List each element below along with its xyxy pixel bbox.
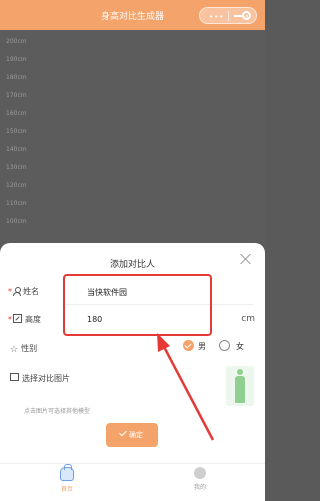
edit-icon bbox=[13, 314, 22, 323]
check-icon bbox=[119, 428, 127, 437]
tab-mine[interactable]: 我的 bbox=[170, 467, 230, 491]
minimize-icon[interactable] bbox=[234, 15, 242, 17]
home-icon bbox=[60, 464, 74, 481]
comparison-model-thumbnail[interactable] bbox=[226, 366, 254, 406]
image-label-row: 选择对比图片 bbox=[10, 373, 70, 384]
ruler-tick: 170cm bbox=[6, 92, 27, 99]
ruler-tick: 200cm bbox=[6, 38, 27, 45]
tab-home-label: 首页 bbox=[60, 486, 73, 493]
ruler-tick: 160cm bbox=[6, 110, 27, 117]
ruler-tick: 140cm bbox=[6, 146, 27, 153]
tab-mine-label: 我的 bbox=[193, 484, 206, 491]
tab-bar: 首页 我的 bbox=[0, 463, 265, 501]
ruler-tick: 120cm bbox=[6, 182, 27, 189]
ruler-tick: 130cm bbox=[6, 164, 27, 171]
sheet-title: 添加对比人 bbox=[109, 260, 155, 270]
gender-female-radio[interactable] bbox=[219, 340, 230, 351]
ruler-tick: 100cm bbox=[6, 218, 27, 225]
height-ruler: 200cm 190cm 180cm 170cm 160cm 150cm 140c… bbox=[0, 30, 265, 250]
image-icon bbox=[10, 373, 19, 381]
ruler-tick: 180cm bbox=[6, 74, 27, 81]
mini-program-capsule: ••• bbox=[199, 7, 257, 24]
star-icon: ☆ bbox=[10, 345, 19, 355]
title-bar: 身高对比生成器 ••• bbox=[0, 0, 265, 30]
ruler-tick: 190cm bbox=[6, 56, 27, 63]
height-label-row: * 高度 bbox=[8, 314, 41, 325]
image-label: 选择对比图片 bbox=[22, 374, 70, 383]
close-icon[interactable] bbox=[240, 253, 252, 265]
gender-label: 性别 bbox=[21, 344, 38, 353]
gender-male-radio[interactable] bbox=[183, 340, 194, 351]
capsule-divider bbox=[228, 11, 229, 21]
highlight-box bbox=[63, 274, 212, 336]
profile-icon bbox=[194, 467, 206, 479]
user-icon bbox=[13, 287, 21, 296]
image-hint: 点击图片可选择其他模型 bbox=[24, 408, 91, 415]
name-label-row: * 姓名 bbox=[8, 286, 39, 297]
model-body bbox=[235, 376, 245, 403]
tab-home[interactable]: 首页 bbox=[37, 464, 97, 493]
confirm-label: 确定 bbox=[129, 431, 143, 439]
height-label: 高度 bbox=[25, 315, 41, 324]
ruler-tick: 150cm bbox=[6, 128, 27, 135]
name-label: 姓名 bbox=[23, 287, 39, 296]
model-head bbox=[237, 369, 243, 375]
target-circle-icon[interactable] bbox=[242, 11, 251, 20]
ruler-tick: 110cm bbox=[6, 200, 27, 207]
gender-label-row: ☆ 性别 bbox=[10, 343, 37, 355]
required-mark: * bbox=[8, 287, 12, 296]
gender-female-label: 女 bbox=[236, 342, 244, 351]
gender-male-label: 男 bbox=[198, 342, 206, 351]
required-mark: * bbox=[8, 315, 12, 324]
more-dots-icon[interactable]: ••• bbox=[209, 13, 224, 21]
confirm-button[interactable]: 确定 bbox=[106, 423, 158, 447]
height-unit: cm bbox=[241, 314, 255, 324]
